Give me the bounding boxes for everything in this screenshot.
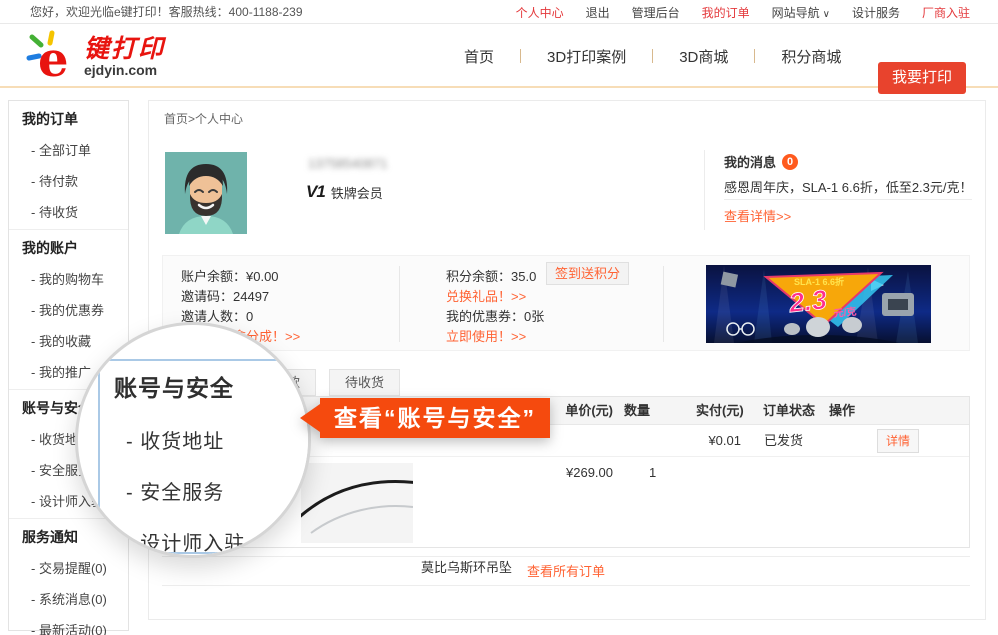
view-all-orders-row: 查看所有订单 bbox=[162, 556, 970, 586]
points-balance: 积分余额：35.0 bbox=[446, 267, 544, 287]
product-image[interactable] bbox=[301, 463, 413, 543]
top-utility-bar: 您好，欢迎光临e键打印！客服热线：400-1188-239 个人中心 退出 管理… bbox=[0, 0, 998, 24]
nav-home[interactable]: 首页 bbox=[438, 46, 520, 67]
nav-3d-mall[interactable]: 3D商城 bbox=[653, 46, 754, 67]
callout-text: 查看“账号与安全” bbox=[320, 398, 550, 438]
welcome-text: 您好，欢迎光临e键打印！客服热线：400-1188-239 bbox=[30, 0, 303, 24]
logo-e-icon: e bbox=[26, 30, 80, 84]
magnified-security-section: 账号与安全 - 收货地址 - 安全服务 - 设计师入驻 bbox=[98, 359, 311, 554]
column-divider bbox=[399, 266, 400, 342]
svg-text:2.3: 2.3 bbox=[787, 284, 828, 318]
magnified-item-address[interactable]: - 收货地址 bbox=[126, 425, 310, 454]
view-all-orders-link[interactable]: 查看所有订单 bbox=[527, 564, 605, 579]
toplink-my-orders[interactable]: 我的订单 bbox=[702, 4, 750, 21]
print-now-button[interactable]: 我要打印 bbox=[878, 62, 966, 94]
message-count-badge: 0 bbox=[782, 154, 798, 170]
logo-text: 键打印 ejdyin.com bbox=[84, 36, 165, 78]
brand-name: 键打印 bbox=[84, 36, 165, 62]
col-qty: 数量 bbox=[624, 397, 650, 425]
col-paid: 实付(元) bbox=[696, 397, 744, 425]
sidebar-item-all-orders[interactable]: - 全部订单 bbox=[9, 134, 128, 165]
magnifier-circle: 账号与安全 - 收货地址 - 安全服务 - 设计师入驻 bbox=[75, 322, 311, 558]
sidebar-item-cart[interactable]: - 我的购物车 bbox=[9, 263, 128, 294]
toplink-vendor-join[interactable]: 厂商入驻 bbox=[922, 4, 970, 21]
brand-domain: ejdyin.com bbox=[84, 62, 165, 78]
product-qty: 1 bbox=[649, 465, 656, 480]
site-header: e 键打印 ejdyin.com 首页 3D打印案例 3D商城 积分商城 我要打… bbox=[0, 24, 998, 88]
account-summary: 账户余额：¥0.00 邀请码：24497 邀请人数：0 邀请好友拿分成！>> 积… bbox=[162, 255, 970, 351]
svg-text:e: e bbox=[38, 32, 69, 84]
toplink-design-service[interactable]: 设计服务 bbox=[852, 4, 900, 21]
messages-underline bbox=[724, 199, 972, 200]
sidebar-item-coupons[interactable]: - 我的优惠券 bbox=[9, 294, 128, 325]
toplink-logout[interactable]: 退出 bbox=[586, 4, 610, 21]
tab-pending-receipt[interactable]: 待收货 bbox=[329, 369, 400, 396]
col-status: 订单状态 bbox=[763, 397, 815, 425]
promo-banner-art: SLA-1 6.6折 2.3 元/克 bbox=[706, 265, 931, 343]
col-unit-price: 单价(元) bbox=[561, 397, 613, 425]
sidebar-item-trade-alerts[interactable]: - 交易提醒(0) bbox=[9, 552, 128, 583]
sidebar-section-orders: 我的订单 - 全部订单 - 待付款 - 待收货 bbox=[9, 101, 128, 229]
magnified-item-security-service[interactable]: - 安全服务 bbox=[126, 476, 310, 505]
coupon-count: 我的优惠券：0张 bbox=[446, 307, 544, 327]
product-photo bbox=[301, 463, 413, 543]
user-center-page: 您好，欢迎光临e键打印！客服热线：400-1188-239 个人中心 退出 管理… bbox=[0, 0, 998, 635]
avatar[interactable] bbox=[165, 152, 247, 234]
main-nav: 首页 3D打印案例 3D商城 积分商城 bbox=[438, 24, 867, 88]
message-text: 感恩周年庆，SLA-1 6.6折，低至2.3元/克！ bbox=[724, 177, 973, 196]
level-v1-icon: V1 bbox=[306, 182, 325, 202]
chevron-down-icon: ∨ bbox=[823, 9, 830, 20]
product-price: ¥269.00 bbox=[543, 465, 613, 480]
avatar-illustration bbox=[165, 152, 247, 234]
view-details-link[interactable]: 查看详情>> bbox=[724, 206, 791, 225]
top-links: 个人中心 退出 管理后台 我的订单 网站导航∨ 设计服务 厂商入驻 bbox=[516, 0, 970, 24]
sidebar-title-my-orders: 我的订单 bbox=[9, 103, 128, 134]
level-name: 铁牌会员 bbox=[331, 183, 383, 202]
user-name: 13758540871 bbox=[308, 156, 388, 171]
sidebar-item-pending-receipt[interactable]: - 待收货 bbox=[9, 196, 128, 227]
callout: 查看“账号与安全” bbox=[300, 398, 550, 438]
promo-banner[interactable]: SLA-1 6.6折 2.3 元/克 bbox=[706, 265, 931, 343]
signin-points-button[interactable]: 签到送积分 bbox=[546, 262, 629, 285]
member-level: V1 铁牌会员 bbox=[306, 182, 383, 202]
toplink-site-nav[interactable]: 网站导航∨ bbox=[772, 4, 830, 21]
messages-title: 我的消息 0 bbox=[724, 152, 798, 171]
use-now-link[interactable]: 立即使用！>> bbox=[446, 327, 544, 347]
sidebar-item-system-messages[interactable]: - 系统消息(0) bbox=[9, 583, 128, 614]
order-status: 已发货 bbox=[764, 425, 803, 457]
callout-arrow-left-icon bbox=[300, 404, 320, 432]
nav-points-mall[interactable]: 积分商城 bbox=[755, 46, 867, 67]
points-column: 积分余额：35.0 兑换礼品！>> 我的优惠券：0张 立即使用！>> bbox=[446, 267, 544, 347]
order-paid-amount: ¥0.01 bbox=[673, 425, 741, 457]
magnified-title: 账号与安全 bbox=[114, 369, 310, 403]
toplink-admin[interactable]: 管理后台 bbox=[632, 4, 680, 21]
nav-3d-cases[interactable]: 3D打印案例 bbox=[521, 46, 652, 67]
sidebar-title-my-account: 我的账户 bbox=[9, 232, 128, 263]
sidebar-item-pending-payment[interactable]: - 待付款 bbox=[9, 165, 128, 196]
toplink-user-center[interactable]: 个人中心 bbox=[516, 4, 564, 21]
messages-divider bbox=[704, 150, 705, 230]
invite-code: 邀请码：24497 bbox=[181, 287, 300, 307]
magnified-item-designer-join[interactable]: - 设计师入驻 bbox=[126, 527, 310, 556]
redeem-gifts-link[interactable]: 兑换礼品！>> bbox=[446, 287, 544, 307]
col-action: 操作 bbox=[829, 397, 855, 425]
order-detail-button[interactable]: 详情 bbox=[877, 429, 919, 453]
account-balance: 账户余额：¥0.00 bbox=[181, 267, 300, 287]
sidebar-item-latest-activity[interactable]: - 最新活动(0) bbox=[9, 614, 128, 635]
site-logo[interactable]: e 键打印 ejdyin.com bbox=[26, 30, 165, 84]
breadcrumb: 首页>个人中心 bbox=[164, 110, 243, 127]
column-divider bbox=[663, 266, 664, 342]
sidebar-item-favorites[interactable]: - 我的收藏 bbox=[9, 325, 128, 356]
